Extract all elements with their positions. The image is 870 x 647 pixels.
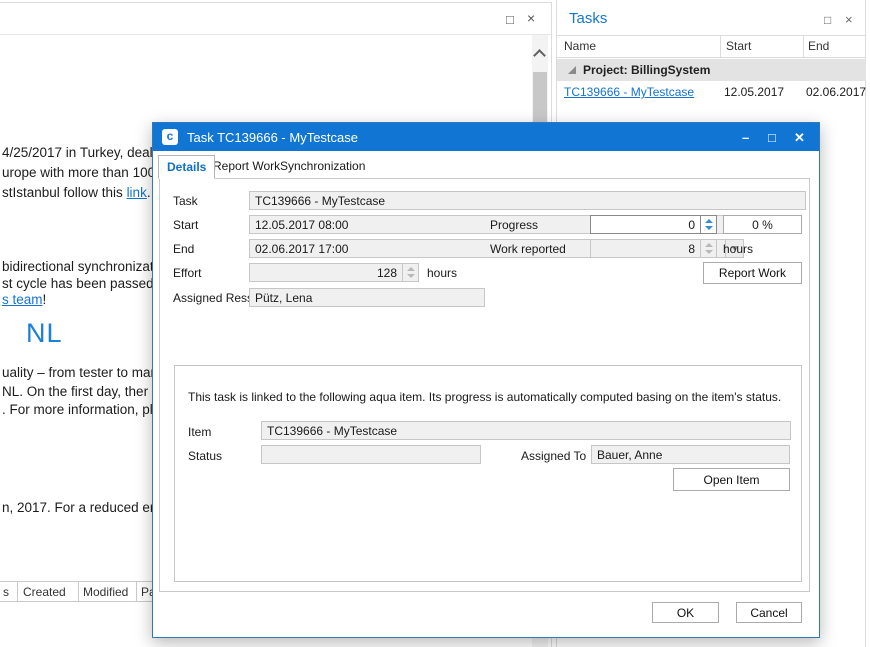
column-header-start[interactable]: Start — [726, 39, 751, 53]
assigned-to-label: Assigned To — [521, 449, 586, 463]
progress-label: Progress — [490, 218, 538, 232]
linked-item-info-text: This task is linked to the following aqu… — [188, 390, 781, 404]
dialog-titlebar[interactable]: c Task TC139666 - MyTestcase – □ ✕ — [153, 123, 819, 151]
doc-text-line: 4/25/2017 in Turkey, deal — [2, 145, 153, 160]
grid-column-header-modified[interactable]: Modified — [83, 585, 128, 599]
spinner-arrows-icon[interactable] — [700, 216, 716, 233]
spinner-arrows-icon — [402, 264, 418, 281]
column-separator — [720, 36, 721, 57]
grid-column-separator — [136, 581, 137, 601]
assigned-to-field: Bauer, Anne — [591, 445, 790, 464]
column-header-end[interactable]: End — [808, 39, 829, 53]
spinner-arrows-icon — [700, 240, 716, 257]
doc-heading-nl: NL — [26, 318, 63, 349]
minimize-icon[interactable]: – — [742, 130, 749, 145]
doc-text-line: urope with more than 100 — [2, 165, 155, 180]
grid-column-separator — [78, 581, 79, 601]
group-row-project[interactable]: Project: BillingSystem — [557, 59, 866, 81]
close-icon[interactable]: × — [845, 12, 853, 27]
column-header-name[interactable]: Name — [564, 39, 596, 53]
titlebar-separator — [0, 34, 551, 35]
work-reported-spinner: 8 — [590, 239, 717, 258]
close-icon[interactable]: ✕ — [794, 130, 805, 146]
doc-text-line: NL. On the first day, ther — [2, 384, 148, 399]
progress-spinner[interactable]: 0 — [590, 215, 717, 234]
maximize-icon[interactable]: □ — [824, 13, 831, 27]
ok-button[interactable]: OK — [652, 602, 719, 623]
task-end-cell: 02.06.2017 — [806, 85, 866, 99]
column-separator — [803, 36, 804, 57]
doc-text-line: stIstanbul follow this link. — [2, 185, 151, 200]
progress-percent-display: 0 % — [723, 215, 802, 234]
effort-spinner: 128 — [249, 263, 419, 282]
effort-unit: hours — [427, 266, 457, 280]
item-label: Item — [188, 425, 211, 439]
doc-text-line: st cycle has been passed — [2, 276, 154, 291]
close-icon[interactable]: × — [527, 12, 535, 25]
cancel-button[interactable]: Cancel — [736, 602, 802, 623]
maximize-icon[interactable]: □ — [506, 13, 514, 26]
task-start-cell: 12.05.2017 — [724, 85, 784, 99]
dialog-title: Task TC139666 - MyTestcase — [187, 130, 358, 145]
assigned-resource-field: Pütz, Lena — [249, 288, 485, 307]
end-label: End — [173, 242, 194, 256]
header-top-border — [557, 35, 866, 36]
item-field: TC139666 - MyTestcase — [261, 421, 791, 440]
maximize-icon[interactable]: □ — [768, 130, 776, 145]
work-reported-label: Work reported — [490, 242, 566, 256]
doc-link[interactable]: link — [127, 185, 147, 200]
open-item-button[interactable]: Open Item — [673, 468, 790, 491]
doc-text-line: s team! — [2, 292, 46, 307]
doc-link[interactable]: s team — [2, 292, 43, 307]
doc-text-line: bidirectional synchronizat — [2, 259, 154, 274]
linked-item-groupbox: This task is linked to the following aqu… — [174, 365, 802, 582]
header-bottom-border — [557, 57, 866, 58]
group-label: Project: BillingSystem — [583, 63, 710, 77]
tab-details[interactable]: Details — [158, 155, 215, 179]
doc-text-line: n, 2017. For a reduced er — [2, 500, 154, 515]
tasks-panel-title: Tasks — [569, 10, 607, 27]
start-label: Start — [173, 218, 198, 232]
grid-column-header-created[interactable]: Created — [23, 585, 66, 599]
tab-synchronization[interactable]: Synchronization — [272, 155, 373, 177]
grid-column-header[interactable]: s — [3, 585, 9, 599]
app-icon: c — [162, 129, 178, 145]
details-tab-page: Task TC139666 - MyTestcase Start 12.05.2… — [159, 178, 810, 592]
grid-column-separator — [17, 581, 18, 601]
task-label: Task — [173, 194, 198, 208]
doc-text-line: uality – from tester to mar — [2, 365, 155, 380]
status-field — [261, 445, 481, 464]
status-label: Status — [188, 449, 222, 463]
task-link[interactable]: TC139666 - MyTestcase — [564, 85, 694, 99]
group-expander-icon[interactable] — [568, 66, 576, 74]
grid-header-bottom-border — [0, 601, 152, 602]
grid-header-top-border — [0, 581, 152, 582]
window-top-border — [0, 2, 552, 3]
task-dialog: c Task TC139666 - MyTestcase – □ ✕ Detai… — [152, 122, 820, 638]
work-reported-unit: hours — [723, 242, 753, 256]
effort-label: Effort — [173, 266, 201, 280]
doc-text-line: . For more information, pl — [2, 402, 153, 417]
report-work-button[interactable]: Report Work — [703, 262, 802, 284]
task-field: TC139666 - MyTestcase — [249, 191, 806, 210]
scroll-up-icon[interactable] — [533, 49, 546, 62]
